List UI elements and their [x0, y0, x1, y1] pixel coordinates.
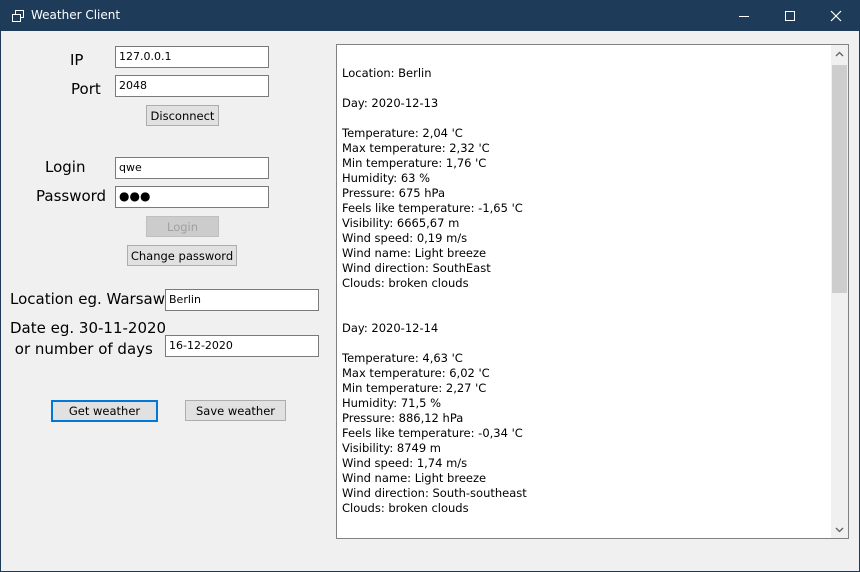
password-label: Password — [36, 187, 107, 205]
window-icon — [12, 10, 24, 22]
login-label: Login — [45, 158, 86, 176]
minimize-button[interactable] — [721, 1, 767, 31]
scroll-down-button[interactable] — [831, 521, 848, 538]
get-weather-button[interactable]: Get weather — [51, 400, 158, 422]
login-input[interactable]: qwe — [115, 157, 269, 179]
ip-input[interactable]: 127.0.0.1 — [115, 46, 269, 68]
save-weather-button[interactable]: Save weather — [185, 400, 286, 421]
change-password-button[interactable]: Change password — [127, 245, 237, 266]
scroll-up-button[interactable] — [831, 45, 848, 62]
port-label: Port — [71, 80, 101, 98]
password-input[interactable]: ●●● — [115, 186, 269, 208]
minimize-icon — [739, 16, 749, 17]
disconnect-button[interactable]: Disconnect — [146, 105, 219, 126]
maximize-icon — [785, 11, 795, 21]
location-input[interactable]: Berlin — [165, 289, 319, 311]
scrollbar-thumb[interactable] — [832, 65, 847, 293]
date-label: Date eg. 30-11-2020 — [10, 319, 167, 337]
location-label: Location eg. Warsaw — [10, 290, 166, 308]
vertical-scrollbar[interactable] — [831, 45, 848, 538]
app-window: Weather Client IP 127.0.0.1 Port 2048 Di… — [0, 0, 860, 572]
close-icon — [830, 10, 842, 22]
chevron-down-icon — [835, 527, 844, 532]
chevron-up-icon — [835, 51, 844, 56]
days-label: or number of days — [10, 340, 153, 358]
login-button[interactable]: Login — [146, 216, 219, 237]
title-bar[interactable]: Weather Client — [1, 1, 859, 31]
port-input[interactable]: 2048 — [115, 75, 269, 97]
maximize-button[interactable] — [767, 1, 813, 31]
close-button[interactable] — [813, 1, 859, 31]
weather-output-textbox[interactable]: Location: Berlin Day: 2020-12-13 Tempera… — [336, 44, 849, 539]
date-input[interactable]: 16-12-2020 — [165, 335, 319, 357]
weather-output-text: Location: Berlin Day: 2020-12-13 Tempera… — [342, 66, 527, 515]
window-title: Weather Client — [31, 8, 121, 22]
ip-label: IP — [70, 51, 84, 69]
